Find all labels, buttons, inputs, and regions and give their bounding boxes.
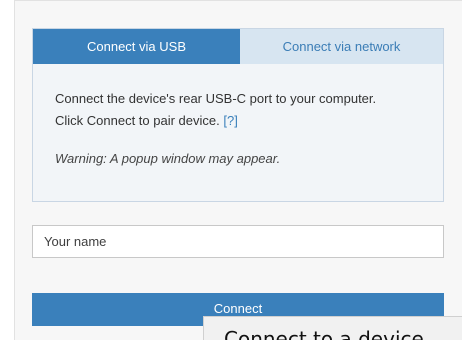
usb-instructions-line1: Connect the device's rear USB-C port to …	[55, 91, 377, 106]
usb-tab-content: Connect the device's rear USB-C port to …	[33, 64, 443, 170]
connect-button-label: Connect	[213, 301, 263, 316]
usb-instructions-text: Click Connect to pair device.	[55, 113, 220, 128]
tab-connect-network-label: Connect via network	[282, 39, 401, 54]
connection-tabs-panel: Connect via USB Connect via network Conn…	[32, 28, 444, 202]
tab-connect-usb[interactable]: Connect via USB	[33, 29, 240, 64]
tab-connect-network[interactable]: Connect via network	[240, 29, 443, 64]
tooltip-text: Connect to a device	[224, 327, 424, 340]
your-name-input[interactable]	[32, 225, 444, 258]
connect-tooltip: Connect to a device	[203, 316, 462, 340]
usb-instructions-line2: Click Connect to pair device. [?]	[55, 110, 443, 132]
tab-connect-usb-label: Connect via USB	[87, 39, 186, 54]
popup-warning: Warning: A popup window may appear.	[55, 151, 281, 166]
tab-bar: Connect via USB Connect via network	[33, 29, 443, 64]
help-link[interactable]: [?]	[223, 113, 237, 128]
